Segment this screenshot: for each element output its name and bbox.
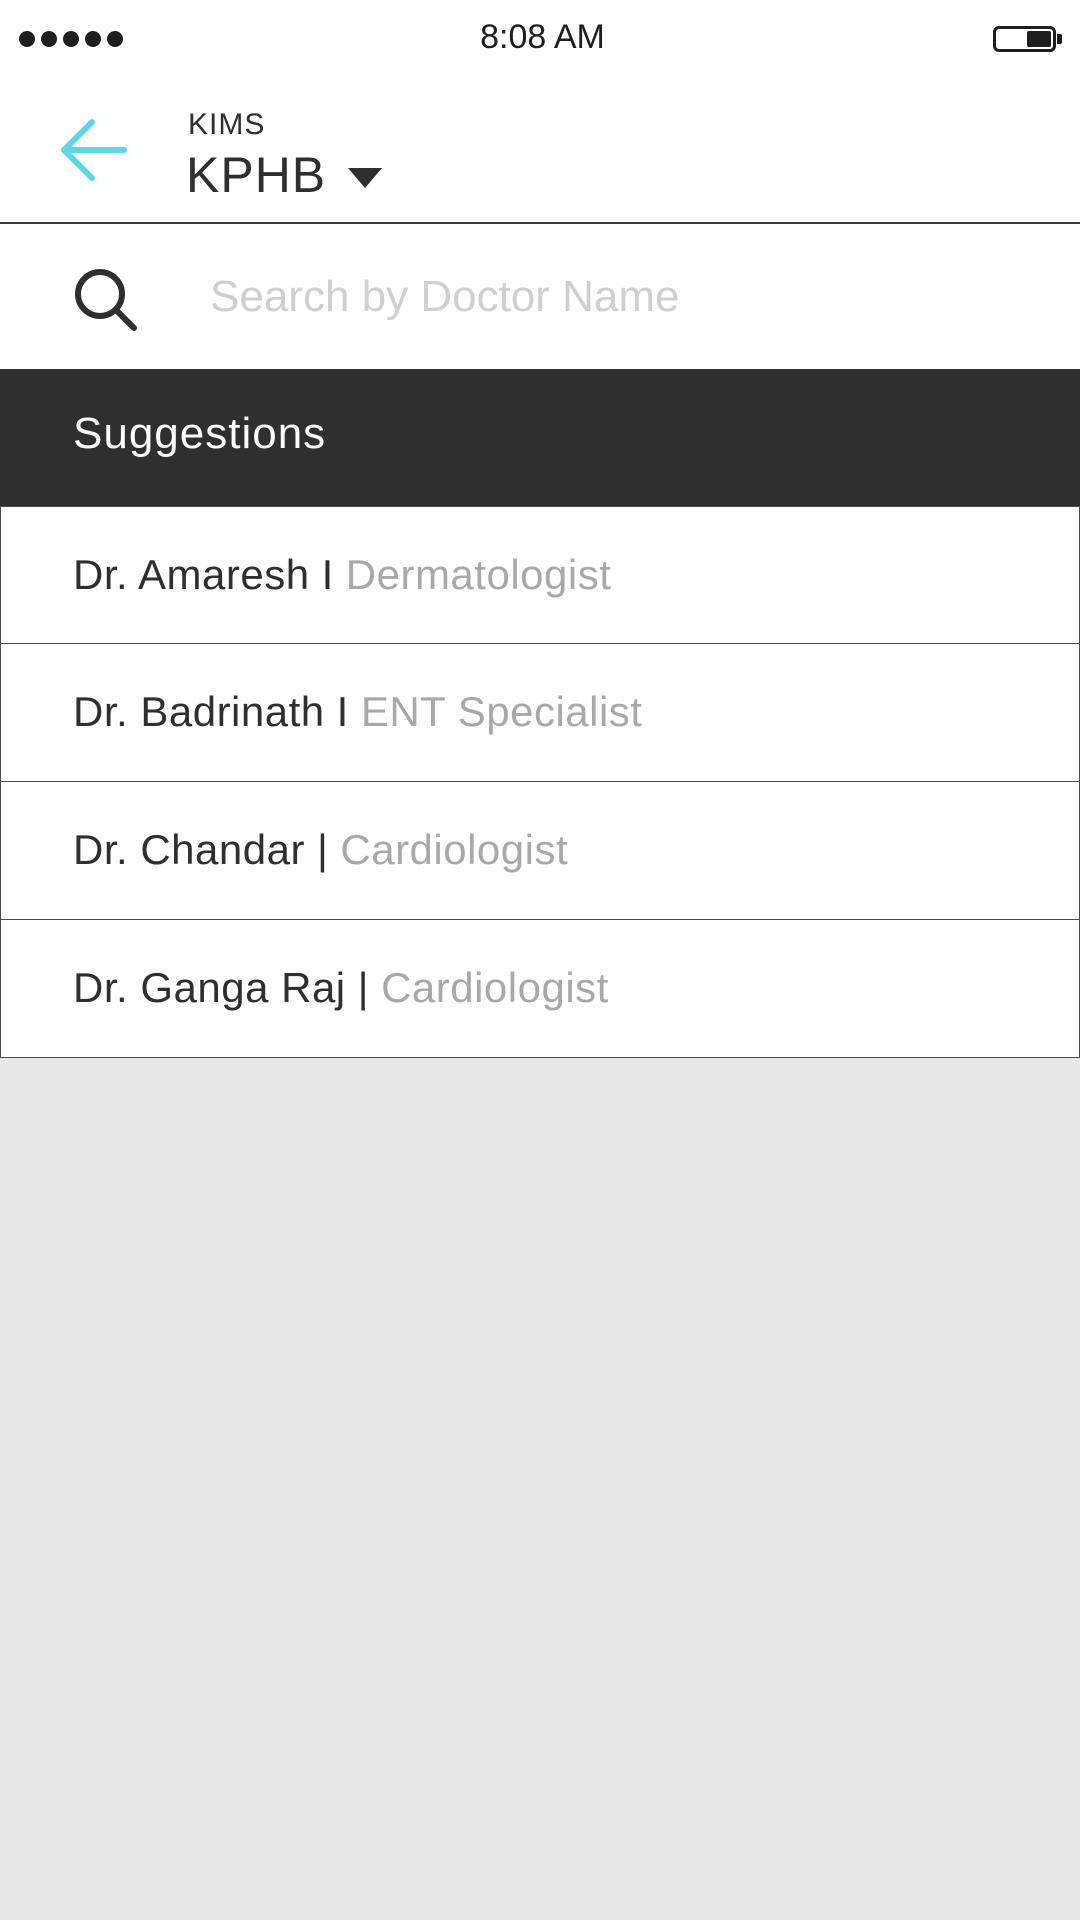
location-dropdown[interactable]: KPHB bbox=[186, 140, 383, 210]
doctor-search-input[interactable] bbox=[210, 262, 1030, 332]
separator: | bbox=[357, 964, 370, 1011]
doctor-name: Dr. Amaresh bbox=[73, 551, 310, 598]
doctor-suggestion-chandar[interactable]: Dr. Chandar | Cardiologist bbox=[0, 782, 1080, 920]
status-bar: 8:08 AM bbox=[0, 0, 1080, 78]
hospital-name: KIMS bbox=[188, 108, 266, 141]
doctor-specialty: Cardiologist bbox=[381, 964, 609, 1011]
separator: I bbox=[336, 688, 349, 735]
battery-tip bbox=[1057, 34, 1062, 44]
doctor-suggestion-ganga-raj[interactable]: Dr. Ganga Raj | Cardiologist bbox=[0, 920, 1080, 1058]
doctor-name: Dr. Ganga Raj bbox=[73, 964, 346, 1011]
doctor-name: Dr. Chandar bbox=[73, 826, 305, 873]
caret-down-icon bbox=[348, 168, 383, 188]
doctor-specialty: ENT Specialist bbox=[360, 688, 643, 735]
separator: | bbox=[316, 826, 329, 873]
doctor-name: Dr. Badrinath bbox=[73, 688, 325, 735]
separator: I bbox=[321, 551, 334, 598]
doctor-suggestion-amaresh[interactable]: Dr. Amaresh I Dermatologist bbox=[0, 506, 1080, 644]
doctor-suggestion-badrinath[interactable]: Dr. Badrinath I ENT Specialist bbox=[0, 644, 1080, 782]
suggestion-list: Dr. Amaresh I Dermatologist Dr. Badrinat… bbox=[0, 506, 1080, 1058]
battery-icon bbox=[993, 26, 1056, 52]
location-name: KPHB bbox=[186, 147, 327, 203]
search-bar bbox=[0, 224, 1080, 369]
back-button[interactable] bbox=[52, 114, 132, 194]
app-header: KIMS KPHB bbox=[0, 78, 1080, 224]
arrow-left-icon bbox=[61, 119, 127, 181]
doctor-specialty: Cardiologist bbox=[340, 826, 569, 873]
search-icon bbox=[75, 269, 137, 331]
suggestions-title: Suggestions bbox=[73, 409, 327, 458]
doctor-specialty: Dermatologist bbox=[345, 551, 612, 598]
status-time: 8:08 AM bbox=[480, 18, 605, 56]
suggestions-header: Suggestions bbox=[0, 369, 1080, 506]
